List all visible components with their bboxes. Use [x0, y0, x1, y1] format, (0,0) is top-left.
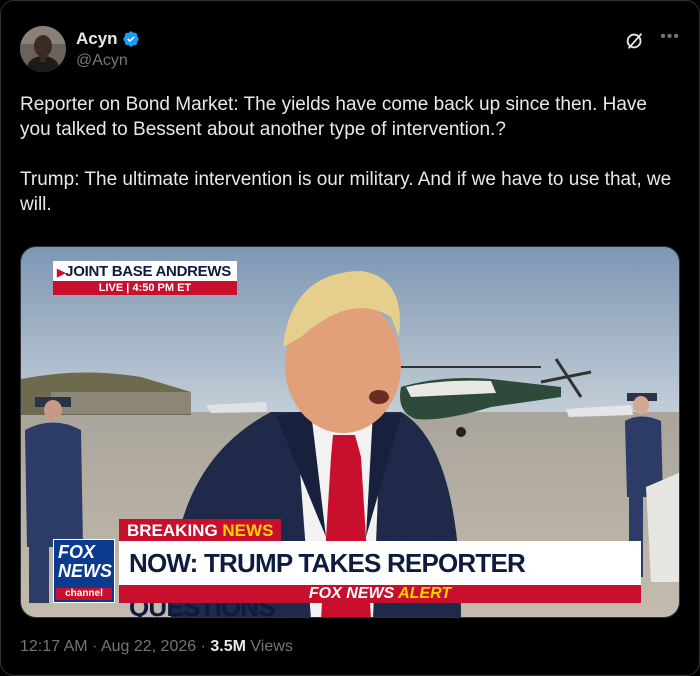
live-label: LIVE [98, 282, 124, 294]
views-count[interactable]: 3.5M [210, 638, 246, 655]
logo-channel-text: channel [56, 588, 112, 600]
meta-separator: · [92, 638, 98, 655]
breaking-news-banner: BREAKING NEWS [119, 519, 282, 543]
handle[interactable]: @Acyn [76, 52, 140, 70]
time-label: 4:50 PM ET [132, 282, 192, 294]
tweet-media[interactable]: ▶JOINT BASE ANDREWS LIVE | 4:50 PM ET BR… [20, 246, 680, 618]
tweet-meta: 12:17 AM · Aug 22, 2026 · 3.5M Views [20, 638, 293, 656]
more-icon[interactable]: ••• [660, 28, 680, 46]
breaking-news-label: NEWS [222, 521, 274, 540]
logo-news-text: NEWS [58, 561, 112, 581]
avatar[interactable] [20, 26, 66, 72]
views-label: Views [250, 638, 293, 655]
breaking-label: BREAKING [127, 521, 218, 540]
play-triangle-icon: ▶ [57, 267, 66, 279]
display-name[interactable]: Acyn [76, 29, 118, 49]
location-label: JOINT BASE ANDREWS [65, 263, 231, 280]
location-lower-third: ▶JOINT BASE ANDREWS LIVE | 4:50 PM ET [53, 261, 237, 295]
alert-bar: FOX NEWS ALERT [119, 585, 641, 603]
headline-chyron: NOW: TRUMP TAKES REPORTER QUESTIONS [119, 541, 641, 617]
tweet-header: Acyn @Acyn ••• [20, 26, 680, 76]
fox-news-logo: FOX NEWS channel [53, 539, 115, 603]
meta-separator: · [200, 638, 206, 655]
alert-brand: FOX NEWS [308, 585, 395, 602]
tweet-text: Reporter on Bond Market: The yields have… [20, 94, 672, 215]
tweet-date[interactable]: Aug 22, 2026 [101, 638, 196, 655]
alert-label: ALERT [398, 585, 452, 602]
verified-badge-icon [122, 31, 139, 47]
grok-icon[interactable] [624, 30, 646, 52]
tweet-time[interactable]: 12:17 AM [20, 638, 88, 655]
logo-fox-text: FOX [58, 542, 96, 562]
